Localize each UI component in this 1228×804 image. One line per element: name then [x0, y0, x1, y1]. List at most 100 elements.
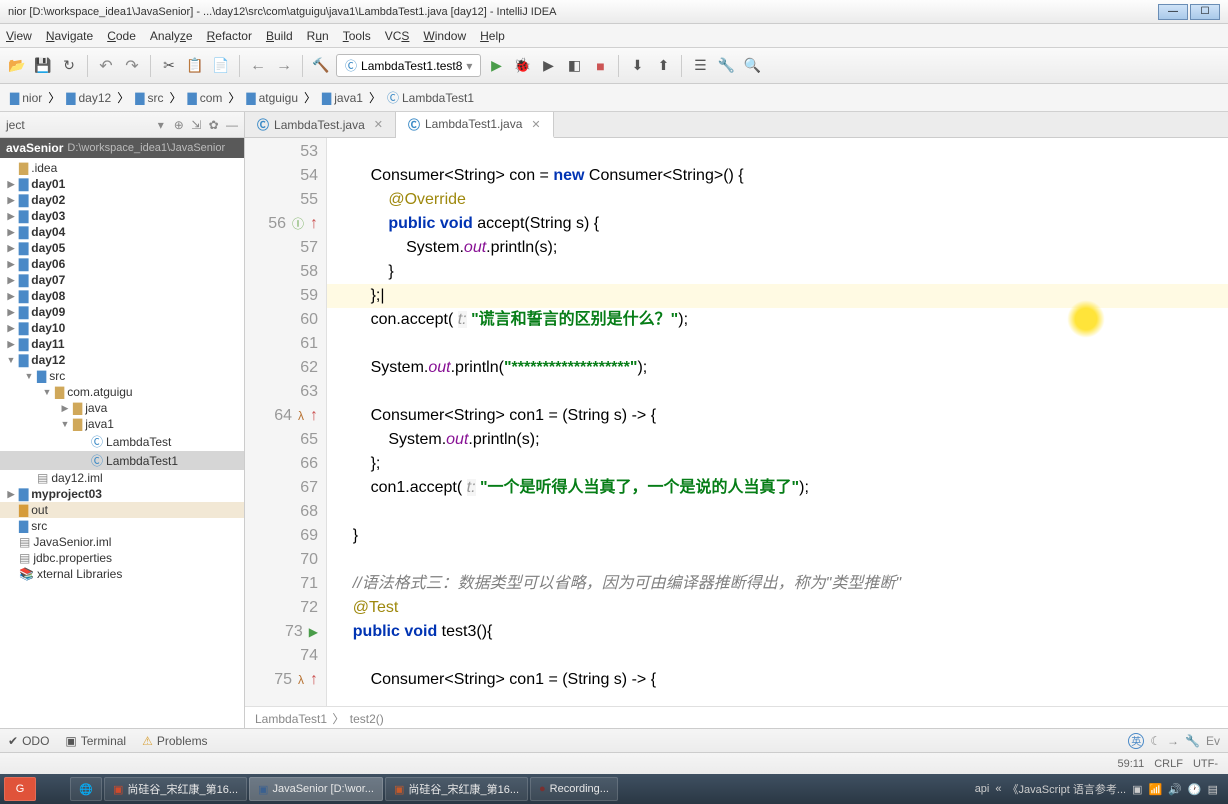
code-line[interactable]	[327, 140, 1228, 164]
wrench-icon[interactable]: 🔧	[1185, 734, 1200, 748]
menu-vcs[interactable]: VCS	[385, 29, 410, 43]
coverage-icon[interactable]: ▶	[537, 55, 559, 77]
run-button-icon[interactable]: ▶	[485, 55, 507, 77]
tray-icon[interactable]: 🕐	[1188, 783, 1202, 796]
structure-icon[interactable]: ☰	[689, 55, 711, 77]
code-line[interactable]: };	[327, 452, 1228, 476]
tree-node[interactable]: ▶▇day04	[0, 224, 244, 240]
breadcrumb-item[interactable]: ▇atguigu	[242, 90, 302, 106]
tree-node[interactable]: ▼▇day12	[0, 352, 244, 368]
gutter-line[interactable]: 71	[245, 572, 326, 596]
undo-icon[interactable]: ↶	[95, 55, 117, 77]
tree-node[interactable]: ▶▇myproject03	[0, 486, 244, 502]
tree-node[interactable]: ▶▇java	[0, 400, 244, 416]
code-line[interactable]: System.out.println(s);	[327, 236, 1228, 260]
moon-icon[interactable]: ☾	[1150, 734, 1161, 748]
editor-tab[interactable]: ⒸLambdaTest1.java✕	[396, 112, 554, 138]
code-line[interactable]: @Override	[327, 188, 1228, 212]
gutter-line[interactable]: 60	[245, 308, 326, 332]
paste-icon[interactable]: 📄	[210, 55, 232, 77]
problems-tab[interactable]: ⚠Problems	[142, 734, 207, 748]
code-line[interactable]: }	[327, 260, 1228, 284]
tree-node[interactable]: ▤day12.iml	[0, 470, 244, 486]
gutter-line[interactable]: 53	[245, 140, 326, 164]
gutter-line[interactable]: 65	[245, 428, 326, 452]
build-icon[interactable]: 🔨	[310, 55, 332, 77]
debug-icon[interactable]: 🐞	[511, 55, 533, 77]
gutter-line[interactable]: 61	[245, 332, 326, 356]
profile-icon[interactable]: ◧	[563, 55, 585, 77]
refresh-icon[interactable]: ↻	[58, 55, 80, 77]
taskbar-item[interactable]: ●Recording...	[530, 777, 618, 801]
tree-node[interactable]: ▶▇day11	[0, 336, 244, 352]
redo-icon[interactable]: ↷	[121, 55, 143, 77]
code-line[interactable]: con.accept( t: "谎言和誓言的区别是什么？");	[327, 308, 1228, 332]
code-line[interactable]: };|	[327, 284, 1228, 308]
menu-help[interactable]: Help	[480, 29, 505, 43]
editor-breadcrumb[interactable]: LambdaTest1 〉 test2()	[245, 706, 1228, 728]
tree-node[interactable]: ▤jdbc.properties	[0, 550, 244, 566]
open-icon[interactable]: 📂	[6, 55, 28, 77]
code-line[interactable]	[327, 380, 1228, 404]
close-icon[interactable]: ✕	[531, 118, 540, 131]
gutter-line[interactable]: 75λ↑	[245, 668, 326, 692]
breadcrumb-item[interactable]: ▇src	[131, 90, 167, 106]
tree-node[interactable]: ▇src	[0, 518, 244, 534]
menu-tools[interactable]: Tools	[343, 29, 371, 43]
tree-node[interactable]: ▶▇day10	[0, 320, 244, 336]
tree-node[interactable]: ▼▇java1	[0, 416, 244, 432]
code-line[interactable]	[327, 500, 1228, 524]
taskbar-item[interactable]: ▣尚硅谷_宋红康_第16...	[385, 777, 528, 801]
menu-refactor[interactable]: Refactor	[207, 29, 252, 43]
gutter-line[interactable]: 59	[245, 284, 326, 308]
taskbar-app-1[interactable]: G	[4, 777, 36, 801]
project-root[interactable]: avaSenior D:\workspace_idea1\JavaSenior	[0, 138, 244, 158]
menu-window[interactable]: Window	[423, 29, 466, 43]
code-line[interactable]: Consumer<String> con1 = (String s) -> {	[327, 668, 1228, 692]
gutter-line[interactable]: 68	[245, 500, 326, 524]
code-line[interactable]: Consumer<String> con = new Consumer<Stri…	[327, 164, 1228, 188]
gutter-line[interactable]: 58	[245, 260, 326, 284]
tree-node[interactable]: ▶▇day07	[0, 272, 244, 288]
code-line[interactable]: con1.accept( t: "一个是听得人当真了，一个是说的人当真了");	[327, 476, 1228, 500]
gutter-line[interactable]: 57	[245, 236, 326, 260]
save-icon[interactable]: 💾	[32, 55, 54, 77]
code-line[interactable]: }	[327, 524, 1228, 548]
tree-node[interactable]: ▇.idea	[0, 160, 244, 176]
vcs-icon[interactable]: ⬇	[626, 55, 648, 77]
tree-node[interactable]: ▶▇day09	[0, 304, 244, 320]
tree-node[interactable]: ▼▇src	[0, 368, 244, 384]
code-line[interactable]	[327, 548, 1228, 572]
gutter-line[interactable]: 64λ↑	[245, 404, 326, 428]
breadcrumb-item[interactable]: ⒸLambdaTest1	[383, 88, 478, 107]
target-icon[interactable]: ⊕	[174, 118, 184, 132]
code-content[interactable]: Consumer<String> con = new Consumer<Stri…	[327, 138, 1228, 706]
events-label[interactable]: Ev	[1206, 734, 1220, 748]
gutter-line[interactable]: 55	[245, 188, 326, 212]
tray-api[interactable]: api	[975, 783, 990, 795]
gutter-line[interactable]: 66	[245, 452, 326, 476]
tree-node[interactable]: ▶▇day03	[0, 208, 244, 224]
tray-icon[interactable]: ▣	[1132, 783, 1142, 796]
gutter-line[interactable]: 69	[245, 524, 326, 548]
gutter-line[interactable]: 63	[245, 380, 326, 404]
code-line[interactable]	[327, 332, 1228, 356]
tree-node[interactable]: ⒸLambdaTest1	[0, 451, 244, 470]
gutter-line[interactable]: 67	[245, 476, 326, 500]
collapse-icon[interactable]: ⇲	[191, 118, 201, 132]
code-line[interactable]: public void accept(String s) {	[327, 212, 1228, 236]
project-tree[interactable]: ▇.idea▶▇day01▶▇day02▶▇day03▶▇day04▶▇day0…	[0, 158, 244, 728]
tray-icon[interactable]: ▤	[1208, 783, 1218, 796]
taskbar-item[interactable]: ▣尚硅谷_宋红康_第16...	[104, 777, 247, 801]
menu-build[interactable]: Build	[266, 29, 293, 43]
terminal-tab[interactable]: ▣Terminal	[65, 734, 126, 748]
tray-book-icon[interactable]: «	[995, 783, 1001, 795]
gutter-line[interactable]: 74	[245, 644, 326, 668]
tree-node[interactable]: ▤JavaSenior.iml	[0, 534, 244, 550]
tree-node[interactable]: ▶▇day06	[0, 256, 244, 272]
menu-analyze[interactable]: Analyze	[150, 29, 193, 43]
tree-node[interactable]: ▇out	[0, 502, 244, 518]
tray-icon[interactable]: 🔊	[1168, 783, 1182, 796]
tree-node[interactable]: 📚xternal Libraries	[0, 566, 244, 582]
stop-icon[interactable]: ■	[589, 55, 611, 77]
